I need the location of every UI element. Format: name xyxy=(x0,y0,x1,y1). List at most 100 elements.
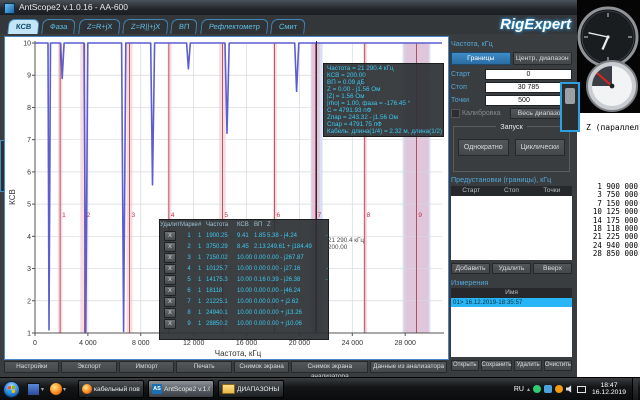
run-button[interactable]: Однократно xyxy=(458,139,509,156)
windows-flag-icon xyxy=(8,386,15,394)
marker-cell: -124.39 xyxy=(322,275,329,286)
marker-col-header: ВП xyxy=(254,220,267,231)
marker-table-row: X111900.259.411.855.38 - j4.24-170.24 xyxy=(160,231,328,242)
measurement-button[interactable]: Очистить xyxy=(544,360,572,371)
delete-marker-button[interactable]: X xyxy=(164,231,176,241)
toolbar-button[interactable]: Импорт xyxy=(119,361,174,373)
toolbar-button[interactable]: Снимок экрана анализатора xyxy=(291,361,368,373)
sidebar-gadget[interactable] xyxy=(560,82,580,132)
marker-cell: 0.00 xyxy=(254,286,267,297)
tray-updater-icon[interactable] xyxy=(555,385,563,393)
marker-cell: 1 xyxy=(198,264,206,275)
presets-table[interactable]: СтартСтопТочки xyxy=(451,186,572,260)
taskbar-clock[interactable]: 18:47 16.12.2019 xyxy=(589,382,629,397)
range-mode-buttons: ГраницыЦентр, диапазон xyxy=(451,52,572,65)
presets-buttons: ДобавитьУдалитьВверх xyxy=(451,263,572,274)
preset-button[interactable]: Вверх xyxy=(533,263,572,274)
marker-col-header: Маркер xyxy=(180,220,198,231)
marker-table-header: УдалитьМаркер#ЧастотаКСВВПZФаза xyxy=(160,220,328,231)
marker-cell: -93.19 xyxy=(322,253,329,264)
gauge-gadget xyxy=(584,59,640,113)
delete-marker-button[interactable]: X xyxy=(164,286,176,296)
language-indicator[interactable]: RU xyxy=(514,386,524,393)
tab-ВП[interactable]: ВП xyxy=(171,19,199,34)
window-title: AntScope2 v.1.0.16 - AA-600 xyxy=(19,0,128,15)
mode-button-center[interactable]: Центр, диапазон xyxy=(513,52,573,65)
firefox-quicklaunch-icon[interactable] xyxy=(50,383,62,395)
mode-button-bounds[interactable]: Границы xyxy=(451,52,511,65)
show-desktop-button[interactable] xyxy=(632,378,638,400)
marker-col-header: Z xyxy=(267,220,322,231)
notepad-window[interactable]: Z (параллел 1 900 000 3 750 000 7 150 00… xyxy=(577,113,640,377)
marker-cell: 1 xyxy=(198,275,206,286)
delete-marker-button[interactable]: X xyxy=(164,297,176,307)
field-input-Старт[interactable]: 0 xyxy=(485,69,572,80)
swr-chart[interactable]: 1234567891234567891004 0008 00012 00016 … xyxy=(4,36,449,360)
preset-button[interactable]: Удалить xyxy=(492,263,531,274)
marker-cell: 0.00 + j10.06 xyxy=(267,319,322,330)
tray-expand-icon[interactable]: ▴ xyxy=(527,386,530,393)
network-display-icon[interactable] xyxy=(577,386,586,393)
tab-Z=R+jX[interactable]: Z=R+jX xyxy=(78,19,121,34)
measurement-button[interactable]: Открыть xyxy=(451,360,479,371)
delete-marker-button[interactable]: X xyxy=(164,242,176,252)
toolbar-button[interactable]: Печать xyxy=(176,361,231,373)
y-tick-label: 8 xyxy=(27,105,31,112)
cursor-tooltip: Частота = 21 290.4 кГцКСВ = 200.00ВП = 0… xyxy=(323,63,444,137)
taskbar: ▾ ▾ кабельный повт...ASAntScope2 v.1.0.1… xyxy=(0,377,640,400)
taskbar-task[interactable]: ДИАПАЗОНЫ ЧА... xyxy=(218,380,284,398)
delete-marker-button[interactable]: X xyxy=(164,264,176,274)
delete-marker-button[interactable]: X xyxy=(164,319,176,329)
tray-app-icon[interactable] xyxy=(544,385,552,393)
marker-cell: 24940.1 xyxy=(206,308,237,319)
marker-cell: 21225.1 xyxy=(206,297,237,308)
marker-cell: -123.11 xyxy=(322,264,329,275)
tab-Смит[interactable]: Смит xyxy=(270,19,306,34)
marker-number: 8 xyxy=(367,212,371,219)
tab-Фаза[interactable]: Фаза xyxy=(42,19,77,34)
toolbar-button[interactable]: Настройки xyxy=(4,361,59,373)
toolbar-button[interactable]: Снимок экрана xyxy=(234,361,289,373)
marker-cell: 7150.02 xyxy=(206,253,237,264)
measurement-button[interactable]: Удалить xyxy=(514,360,542,371)
task-label: ДИАПАЗОНЫ ЧА... xyxy=(237,386,280,393)
marker-number: 9 xyxy=(418,212,422,219)
marker-table-row: X9128850.210.000.000.00 + j10.06137.77 xyxy=(160,319,328,330)
calibration-checkbox[interactable] xyxy=(451,109,460,118)
firefox-dropdown-caret[interactable]: ▾ xyxy=(63,386,66,393)
delete-marker-button[interactable]: X xyxy=(164,275,176,285)
marker-cell: 0.00 + j2.62 xyxy=(267,297,322,308)
marker-cell: 2.13 xyxy=(254,242,267,253)
delete-marker-button[interactable]: X xyxy=(164,308,176,318)
taskbar-task[interactable]: ASAntScope2 v.1.0.1... xyxy=(148,380,214,398)
measurements-table[interactable]: Имя 01> 16.12.2019-18:35:57 xyxy=(451,288,572,357)
tab-Z=R||+jX[interactable]: Z=R||+jX xyxy=(122,19,169,34)
y-axis-title: КСВ xyxy=(8,189,17,205)
title-bar[interactable]: AntScope2 v.1.0.16 - AA-600 xyxy=(0,0,577,15)
delete-marker-button[interactable]: X xyxy=(164,253,176,263)
marker-cell: 0.00 - j46.24 xyxy=(267,286,322,297)
run-button[interactable]: Циклически xyxy=(515,139,566,156)
field-input-Стоп[interactable]: 30 785 xyxy=(485,82,572,93)
marker-cell: 1 xyxy=(198,253,206,264)
rigexpert-logo: RigExpert xyxy=(500,16,571,33)
field-input-Точки[interactable]: 500 xyxy=(485,95,563,106)
tab-КСВ[interactable]: КСВ xyxy=(7,19,40,34)
status-green-icon[interactable] xyxy=(533,385,541,393)
taskbar-task[interactable]: кабельный повт... xyxy=(78,380,144,398)
y-tick-label: 7 xyxy=(27,137,31,144)
marker-cell: 2 xyxy=(180,242,198,253)
marker-cell: 6 xyxy=(180,286,198,297)
start-button[interactable] xyxy=(3,381,20,398)
marker-table-row: X7121225.110.000.000.00 + j2.62173.99 xyxy=(160,297,328,308)
measurement-row[interactable]: 01> 16.12.2019-18:35:57 xyxy=(451,298,572,307)
measurement-button[interactable]: Сохранить xyxy=(481,360,513,371)
tab-Рефлектометр[interactable]: Рефлектометр xyxy=(200,19,269,34)
calibration-label: Калибровка xyxy=(462,109,501,118)
floppy-quicklaunch-icon[interactable] xyxy=(27,383,40,396)
preset-button[interactable]: Добавить xyxy=(451,263,490,274)
floppy-dropdown-caret[interactable]: ▾ xyxy=(41,386,44,393)
volume-icon[interactable] xyxy=(566,385,574,393)
toolbar-button[interactable]: Данные из анализатора xyxy=(370,361,447,373)
toolbar-button[interactable]: Экспорт xyxy=(61,361,116,373)
